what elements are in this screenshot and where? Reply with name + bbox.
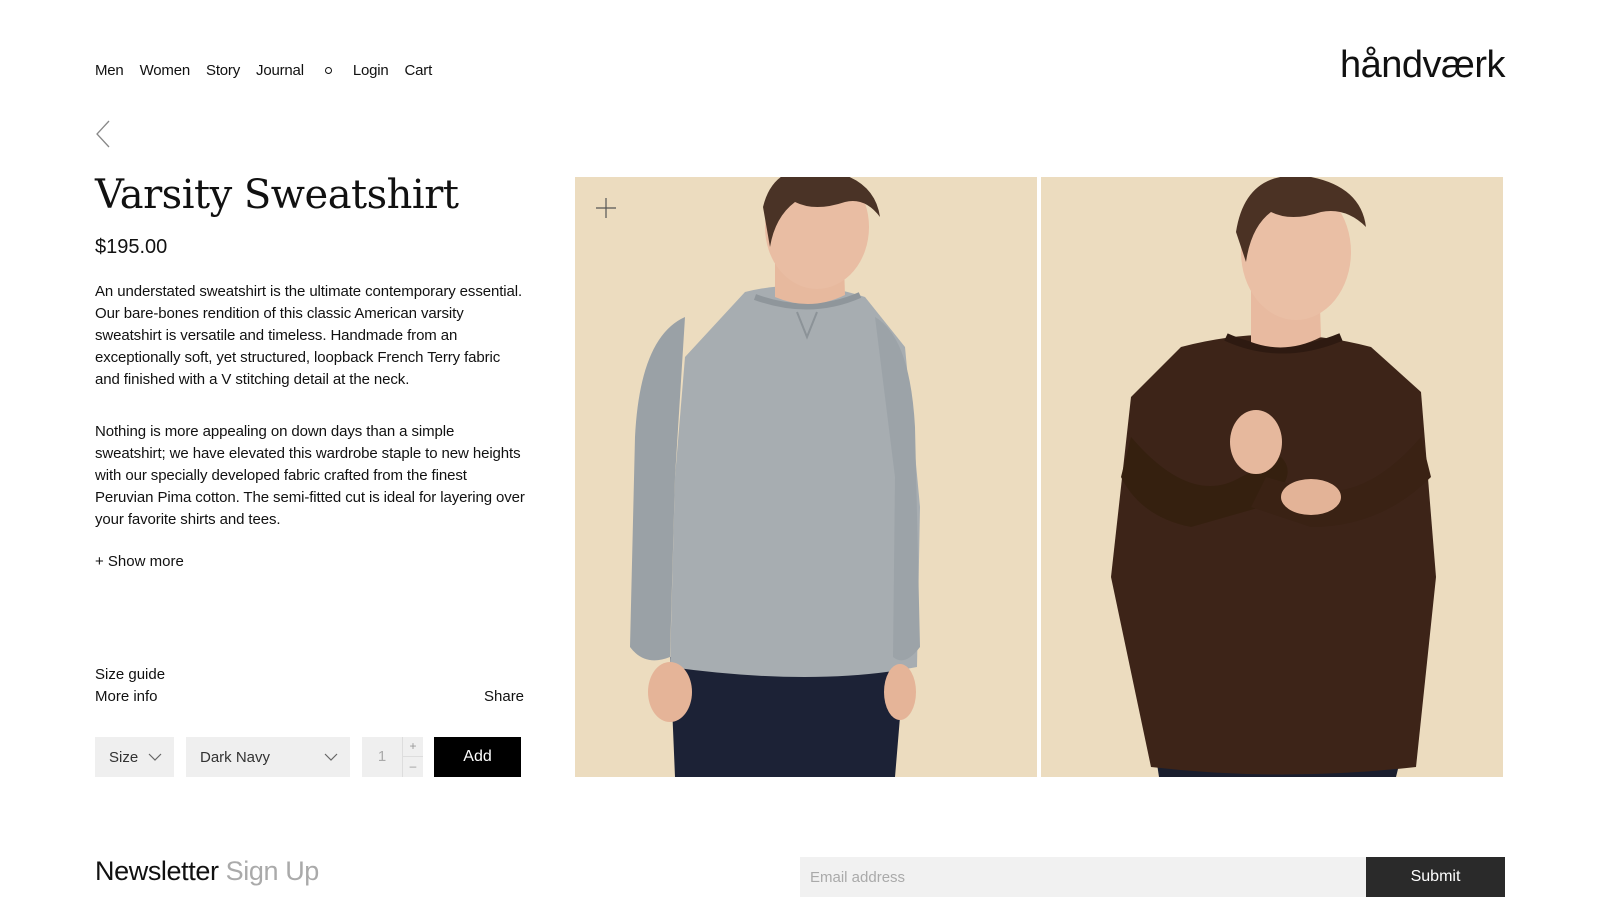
- quantity-stepper: 1 + –: [362, 737, 423, 777]
- quantity-increase-button[interactable]: +: [402, 737, 423, 757]
- quantity-input[interactable]: 1: [362, 737, 402, 777]
- newsletter-title-part1: Newsletter: [95, 856, 219, 886]
- chevron-down-icon: [324, 753, 338, 761]
- size-select-label: Size: [109, 748, 139, 766]
- show-more-link[interactable]: + Show more: [95, 553, 184, 570]
- share-link[interactable]: Share: [484, 688, 524, 705]
- more-info-link[interactable]: More info: [95, 688, 158, 705]
- newsletter-title-part2: Sign Up: [225, 856, 320, 886]
- color-select-value: Dark Navy: [200, 748, 271, 766]
- nav-link-journal[interactable]: Journal: [256, 62, 304, 79]
- color-select[interactable]: Dark Navy: [186, 737, 350, 777]
- product-title: Varsity Sweatshirt: [95, 172, 459, 218]
- top-navigation: Men Women Story Journal Login Cart: [95, 62, 448, 79]
- photo-brown-illustration: [1041, 177, 1503, 777]
- size-guide-link[interactable]: Size guide: [95, 666, 165, 683]
- newsletter-submit-button[interactable]: Submit: [1366, 857, 1505, 897]
- login-link[interactable]: Login: [353, 62, 389, 79]
- back-chevron-icon[interactable]: [95, 119, 111, 149]
- brand-logo[interactable]: håndværk: [1340, 44, 1505, 87]
- product-description-1: An understated sweatshirt is the ultimat…: [95, 283, 523, 388]
- photo-grey-illustration: [575, 177, 1037, 777]
- nav-link-men[interactable]: Men: [95, 62, 124, 79]
- nav-link-story[interactable]: Story: [206, 62, 240, 79]
- email-input[interactable]: [800, 857, 1366, 897]
- size-select[interactable]: Size: [95, 737, 174, 777]
- product-description-2: Nothing is more appealing on down days t…: [95, 423, 525, 528]
- zoom-plus-icon[interactable]: [595, 197, 617, 219]
- add-to-cart-button[interactable]: Add: [434, 737, 521, 777]
- newsletter-heading: Newsletter Sign Up: [95, 856, 319, 887]
- product-price: $195.00: [95, 236, 168, 258]
- chevron-down-icon: [148, 753, 162, 761]
- cart-link[interactable]: Cart: [405, 62, 433, 79]
- quantity-decrease-button[interactable]: –: [402, 757, 423, 777]
- nav-separator-dot-icon: [324, 67, 332, 74]
- product-photo-grey[interactable]: [575, 177, 1037, 777]
- product-photo-brown[interactable]: [1041, 177, 1503, 777]
- nav-link-women[interactable]: Women: [140, 62, 191, 79]
